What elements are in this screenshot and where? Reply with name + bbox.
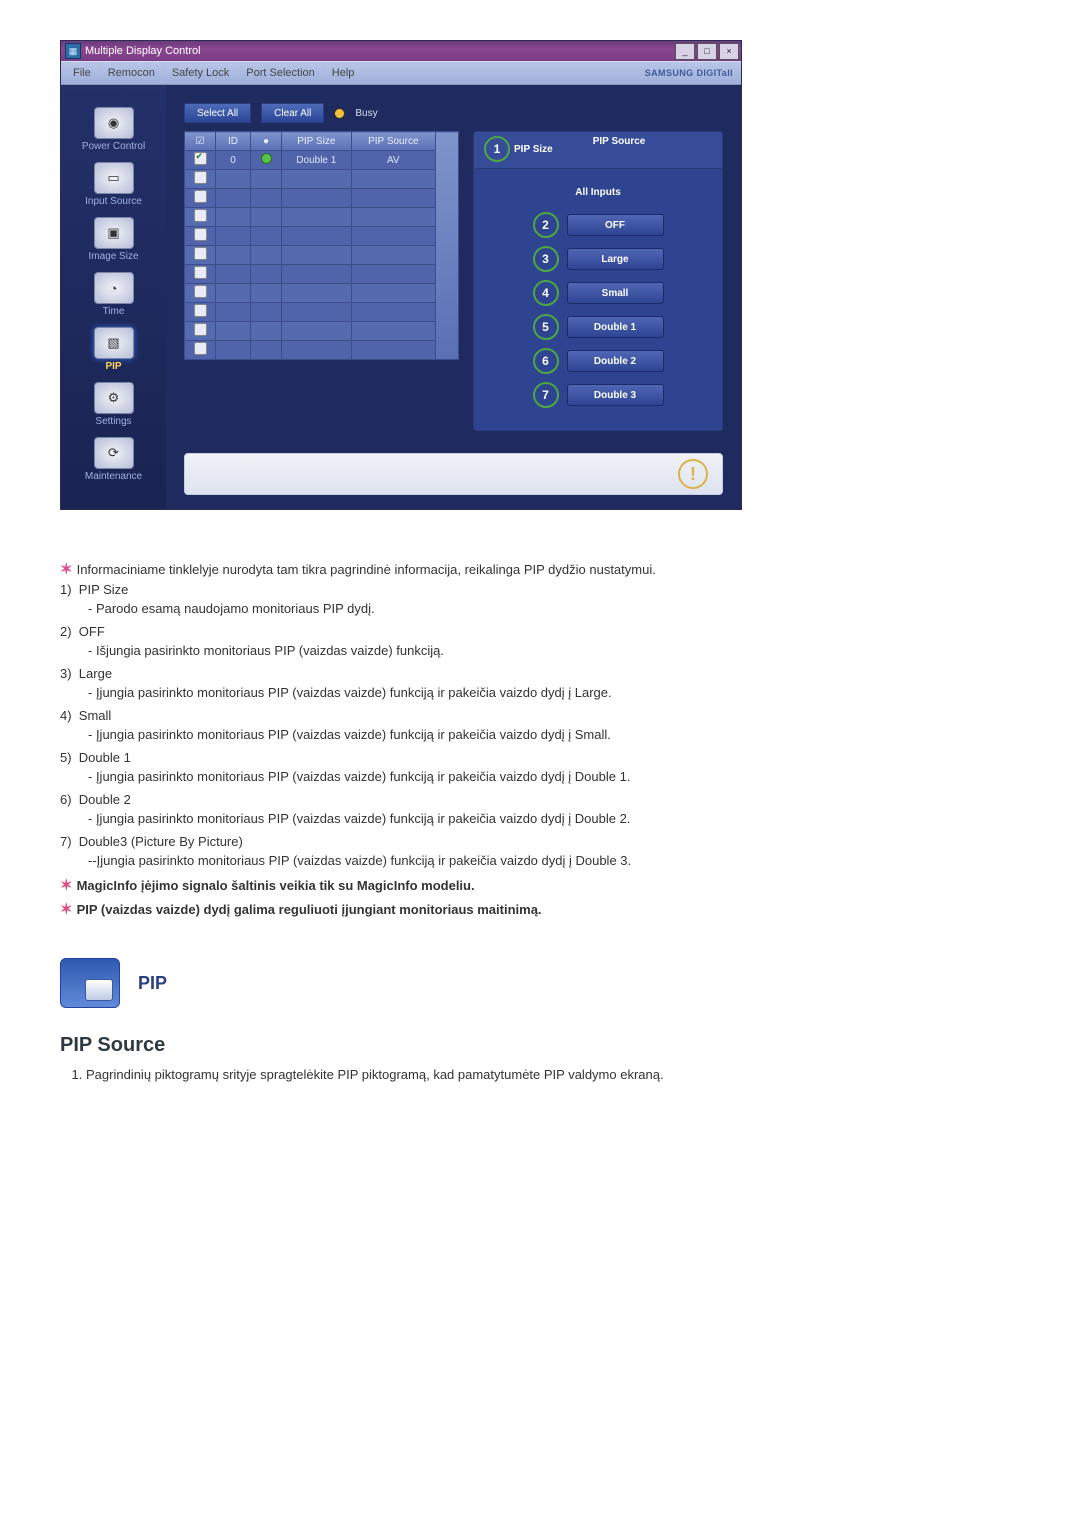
option-large[interactable]: Large	[567, 248, 664, 270]
star-icon: ✶	[60, 901, 73, 918]
menu-remocon[interactable]: Remocon	[100, 67, 164, 79]
menu-port-selection[interactable]: Port Selection	[238, 67, 323, 79]
scrollbar[interactable]	[436, 132, 459, 360]
select-all-button[interactable]: Select All	[184, 103, 251, 123]
right-panel: 1 PIP Size PIP Source All Inputs 2 OFF 3	[473, 131, 723, 431]
table-row	[185, 284, 459, 303]
app-window: ▦ Multiple Display Control _ □ × File Re…	[60, 40, 742, 510]
pip-large-icon	[60, 958, 120, 1008]
pip-icon: ▧	[94, 327, 134, 359]
col-id: ID	[216, 132, 251, 151]
doc-body: ✶Informaciniame tinklelyje nurodyta tam …	[60, 560, 1020, 1082]
status-dot-icon	[261, 153, 272, 164]
warning-icon: !	[678, 459, 708, 489]
table-row	[185, 189, 459, 208]
sidebar-item-pip[interactable]: ▧ PIP	[61, 327, 166, 372]
menubar: File Remocon Safety Lock Port Selection …	[61, 61, 741, 85]
app-icon: ▦	[65, 43, 81, 59]
menu-file[interactable]: File	[65, 67, 100, 79]
table-row	[185, 208, 459, 227]
window-title: Multiple Display Control	[85, 45, 675, 57]
table-row	[185, 170, 459, 189]
busy-label: Busy	[355, 108, 377, 119]
input-icon: ▭	[94, 162, 134, 194]
option-double2[interactable]: Double 2	[567, 350, 664, 372]
image-size-icon: ▣	[94, 217, 134, 249]
pip-size-label: PIP Size	[514, 144, 553, 155]
callout-5: 5	[533, 314, 559, 340]
settings-icon: ⚙	[94, 382, 134, 414]
table-row	[185, 227, 459, 246]
main-area: Select All Clear All Busy ☑ ID ● PIP Siz…	[166, 85, 741, 509]
col-status: ●	[251, 132, 282, 151]
option-off[interactable]: OFF	[567, 214, 664, 236]
sidebar-item-time[interactable]: ◔ Time	[61, 272, 166, 317]
table-row	[185, 322, 459, 341]
table-row: 0 Double 1 AV	[185, 151, 459, 170]
status-bar: !	[184, 453, 723, 495]
sidebar-item-input-source[interactable]: ▭ Input Source	[61, 162, 166, 207]
titlebar[interactable]: ▦ Multiple Display Control _ □ ×	[61, 41, 741, 61]
option-small[interactable]: Small	[567, 282, 664, 304]
clear-all-button[interactable]: Clear All	[261, 103, 324, 123]
callout-6: 6	[533, 348, 559, 374]
callout-4: 4	[533, 280, 559, 306]
star-icon: ✶	[60, 877, 73, 894]
callout-7: 7	[533, 382, 559, 408]
sidebar: ◉ Power Control ▭ Input Source ▣ Image S…	[61, 85, 166, 509]
busy-indicator-icon	[334, 108, 345, 119]
table-row	[185, 265, 459, 284]
option-double1[interactable]: Double 1	[567, 316, 664, 338]
pip-source-label: PIP Source	[593, 136, 646, 162]
col-check[interactable]: ☑	[185, 132, 216, 151]
col-pip-size: PIP Size	[282, 132, 352, 151]
step-1: Pagrindinių piktogramų srityje spragtelė…	[86, 1067, 1020, 1082]
close-button[interactable]: ×	[719, 43, 739, 60]
table-row	[185, 341, 459, 360]
display-table: ☑ ID ● PIP Size PIP Source 0 Double 1	[184, 131, 459, 360]
sidebar-item-image-size[interactable]: ▣ Image Size	[61, 217, 166, 262]
section-title: PIP Source	[60, 1034, 1020, 1057]
menu-help[interactable]: Help	[324, 67, 364, 79]
sidebar-item-settings[interactable]: ⚙ Settings	[61, 382, 166, 427]
star-icon: ✶	[60, 561, 73, 578]
time-icon: ◔	[94, 272, 134, 304]
menu-safety-lock[interactable]: Safety Lock	[164, 67, 238, 79]
row-checkbox	[194, 152, 207, 165]
maximize-button[interactable]: □	[697, 43, 717, 60]
brand-label: SAMSUNG DIGITall	[637, 68, 741, 78]
callout-3: 3	[533, 246, 559, 272]
pip-heading: PIP	[138, 973, 167, 994]
option-double3[interactable]: Double 3	[567, 384, 664, 406]
table-row	[185, 303, 459, 322]
callout-1: 1	[484, 136, 510, 162]
all-inputs-label: All Inputs	[486, 187, 710, 198]
power-icon: ◉	[94, 107, 134, 139]
sidebar-item-maintenance[interactable]: ⟳ Maintenance	[61, 437, 166, 482]
col-pip-source: PIP Source	[351, 132, 435, 151]
table-row	[185, 246, 459, 265]
toolbar: Select All Clear All Busy	[184, 103, 723, 123]
callout-2: 2	[533, 212, 559, 238]
minimize-button[interactable]: _	[675, 43, 695, 60]
sidebar-item-power-control[interactable]: ◉ Power Control	[61, 107, 166, 152]
maintenance-icon: ⟳	[94, 437, 134, 469]
